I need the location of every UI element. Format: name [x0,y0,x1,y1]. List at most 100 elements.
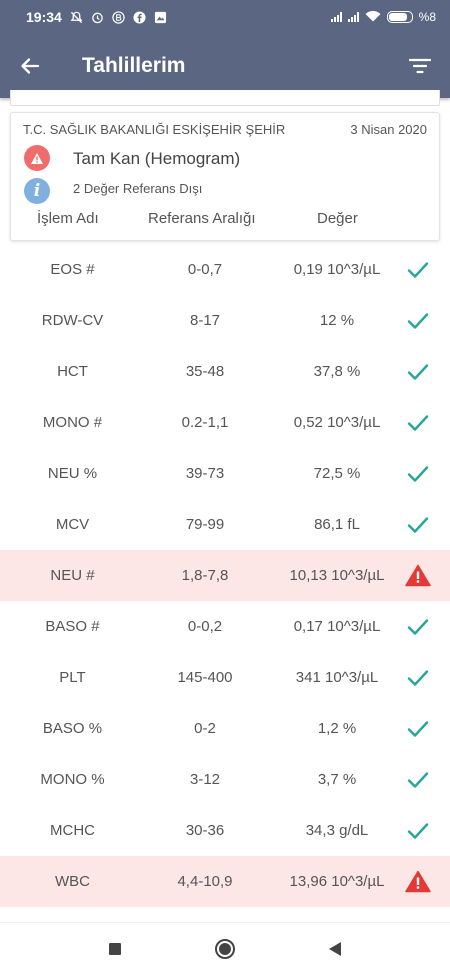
test-item-name: MCHC [50,822,95,839]
status-bar: 19:34 %8 [0,0,450,34]
check-icon [400,652,436,703]
reference-range: 3-12 [189,771,221,788]
reference-range: 79-99 [185,516,225,533]
table-row: NEU % 39-73 72,5 % [0,448,450,499]
check-icon [400,346,436,397]
back-nav-button[interactable] [315,929,355,969]
reference-range: 0.2-1,1 [181,414,229,431]
system-status: %8 [330,10,436,25]
filter-icon [409,58,431,74]
previous-card-edge [10,90,440,106]
warning-triangle-icon [400,550,436,601]
warning-icon [24,145,50,171]
wifi-icon [365,10,381,25]
notification-icons [70,10,167,24]
test-item-name: HCT [57,363,88,380]
reference-range: 0-0,2 [187,618,223,635]
table-row: MONO % 3-12 3,7 % [0,754,450,805]
check-icon [400,448,436,499]
result-value: 13,96 10^3/µL [289,873,385,890]
result-value: 10,13 10^3/µL [289,567,385,584]
square-icon [109,943,121,955]
b-app-icon [112,10,125,24]
test-item-name: RDW-CV [41,312,104,329]
test-item-name: NEU % [47,465,98,482]
result-value: 341 10^3/µL [295,669,379,686]
home-button[interactable] [205,929,245,969]
test-item-name: BASO % [42,720,103,737]
reference-range: 35-48 [185,363,225,380]
test-item-name: NEU # [50,567,95,584]
out-of-range-note: 2 Değer Referans Dışı [73,181,203,196]
result-value: 0,17 10^3/µL [293,618,381,635]
gallery-icon [154,11,167,24]
results-list: EOS # 0-0,7 0,19 10^3/µL RDW-CV 8-17 12 % HCT 3… [0,244,450,907]
test-item-name: WBC [55,873,90,890]
table-row: EOS # 0-0,7 0,19 10^3/µL [0,244,450,295]
back-button[interactable] [0,34,60,98]
table-row: BASO % 0-2 1,2 % [0,703,450,754]
check-icon [400,295,436,346]
facebook-icon [133,10,146,24]
mute-icon [70,11,83,24]
test-item-name: BASO # [45,618,100,635]
table-row: MONO # 0.2-1,1 0,52 10^3/µL [0,397,450,448]
arrow-left-icon [21,58,40,74]
institution-name: T.C. SAĞLIK BAKANLIĞI ESKİŞEHİR ŞEHİR [23,122,286,137]
triangle-back-icon [329,942,341,956]
reference-range: 1,8-7,8 [181,567,229,584]
warning-triangle-icon [400,856,436,907]
table-row: RDW-CV 8-17 12 % [0,295,450,346]
result-value: 72,5 % [313,465,361,482]
page-title: Tahlillerim [82,54,186,77]
test-date: 3 Nisan 2020 [350,122,427,137]
check-icon [400,499,436,550]
check-icon [400,754,436,805]
check-icon [400,244,436,295]
result-value: 0,19 10^3/µL [293,261,381,278]
result-value: 0,52 10^3/µL [293,414,381,431]
filter-button[interactable] [390,34,450,98]
test-item-name: MONO # [42,414,103,431]
column-header-reference: Referans Aralığı [148,210,256,227]
info-icon: i [24,178,50,204]
check-icon [400,397,436,448]
check-icon [400,703,436,754]
signal-icon [330,12,342,22]
system-nav-bar [0,922,450,975]
check-icon [400,601,436,652]
test-name: Tam Kan (Hemogram) [73,149,241,168]
app-bar: Tahlillerim [0,34,450,98]
table-row: PLT 145-400 341 10^3/µL [0,652,450,703]
result-value: 34,3 g/dL [305,822,369,839]
test-item-name: EOS # [50,261,95,278]
table-row: WBC 4,4-10,9 13,96 10^3/µL [0,856,450,907]
reference-range: 39-73 [185,465,225,482]
result-value: 1,2 % [317,720,357,737]
test-item-name: MCV [55,516,90,533]
check-icon [400,805,436,856]
recents-button[interactable] [95,929,135,969]
table-row: NEU # 1,8-7,8 10,13 10^3/µL [0,550,450,601]
reference-range: 8-17 [189,312,221,329]
reference-range: 0-2 [194,720,216,737]
reference-range: 145-400 [177,669,233,686]
table-row: BASO # 0-0,2 0,17 10^3/µL [0,601,450,652]
result-value: 37,8 % [313,363,361,380]
alarm-icon [91,11,104,24]
battery-percent: %8 [418,10,436,24]
table-row: HCT 35-48 37,8 % [0,346,450,397]
test-item-name: PLT [59,669,86,686]
result-value: 12 % [319,312,355,329]
reference-range: 0-0,7 [187,261,223,278]
reference-range: 4,4-10,9 [177,873,233,890]
table-row: MCHC 30-36 34,3 g/dL [0,805,450,856]
reference-range: 30-36 [185,822,225,839]
signal-icon [347,12,359,22]
test-card[interactable]: T.C. SAĞLIK BAKANLIĞI ESKİŞEHİR ŞEHİR 3 … [10,112,440,241]
result-value: 86,1 fL [314,516,360,533]
result-value: 3,7 % [317,771,357,788]
circle-icon [215,939,235,959]
column-header-name: İşlem Adı [37,210,99,227]
test-item-name: MONO % [40,771,105,788]
